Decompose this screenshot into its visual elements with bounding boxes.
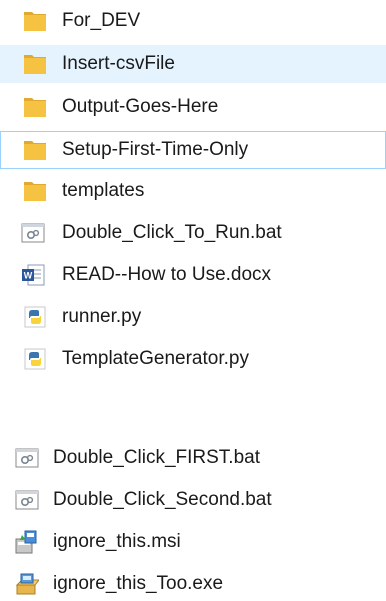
item-label: READ--How to Use.docx (62, 264, 272, 285)
list-item-insert-csvfile[interactable]: Insert-csvFile (0, 45, 386, 83)
item-label: Double_Click_FIRST.bat (53, 447, 260, 468)
list-item-output-goes-here[interactable]: Output-Goes-Here (0, 88, 386, 126)
item-label: For_DEV (62, 10, 141, 31)
list-item-double-click-first-bat[interactable]: Double_Click_FIRST.bat (0, 439, 386, 477)
setup-executable-icon (13, 571, 39, 597)
list-item-double-click-second-bat[interactable]: Double_Click_Second.bat (0, 481, 386, 519)
folder-icon (22, 51, 48, 77)
folder-icon (22, 137, 48, 163)
python-file-icon (22, 346, 48, 372)
installer-package-icon (13, 529, 39, 555)
item-label: Setup-First-Time-Only (62, 139, 249, 160)
python-file-icon (22, 304, 48, 330)
item-label: TemplateGenerator.py (62, 348, 249, 369)
item-label: Output-Goes-Here (62, 96, 219, 117)
word-document-icon: W (20, 262, 46, 288)
item-label: Insert-csvFile (62, 53, 175, 74)
list-item-ignore-this-too-exe[interactable]: ignore_this_Too.exe (0, 565, 386, 601)
batch-file-icon (14, 445, 40, 471)
batch-file-icon (20, 220, 46, 246)
folder-icon (22, 178, 48, 204)
list-item-templates[interactable]: templates (0, 172, 386, 210)
list-item-double-click-to-run-bat[interactable]: Double_Click_To_Run.bat (0, 214, 386, 252)
item-label: Double_Click_To_Run.bat (62, 222, 282, 243)
item-label: ignore_this.msi (53, 531, 181, 552)
list-item-for-dev[interactable]: For_DEV (0, 2, 386, 40)
item-label: Double_Click_Second.bat (53, 489, 272, 510)
folder-icon (22, 8, 48, 34)
list-item-runner-py[interactable]: runner.py (0, 298, 386, 336)
list-item-setup-first-time-only[interactable]: Setup-First-Time-Only (0, 131, 386, 169)
list-item-read-how-to-use-docx[interactable]: W READ--How to Use.docx (0, 256, 386, 294)
folder-icon (22, 94, 48, 120)
list-item-ignore-this-msi[interactable]: ignore_this.msi (0, 523, 386, 561)
svg-text:W: W (24, 271, 33, 281)
batch-file-icon (14, 487, 40, 513)
item-label: ignore_this_Too.exe (53, 573, 224, 594)
item-label: templates (62, 180, 145, 201)
list-item-templategenerator-py[interactable]: TemplateGenerator.py (0, 340, 386, 378)
item-label: runner.py (62, 306, 142, 327)
